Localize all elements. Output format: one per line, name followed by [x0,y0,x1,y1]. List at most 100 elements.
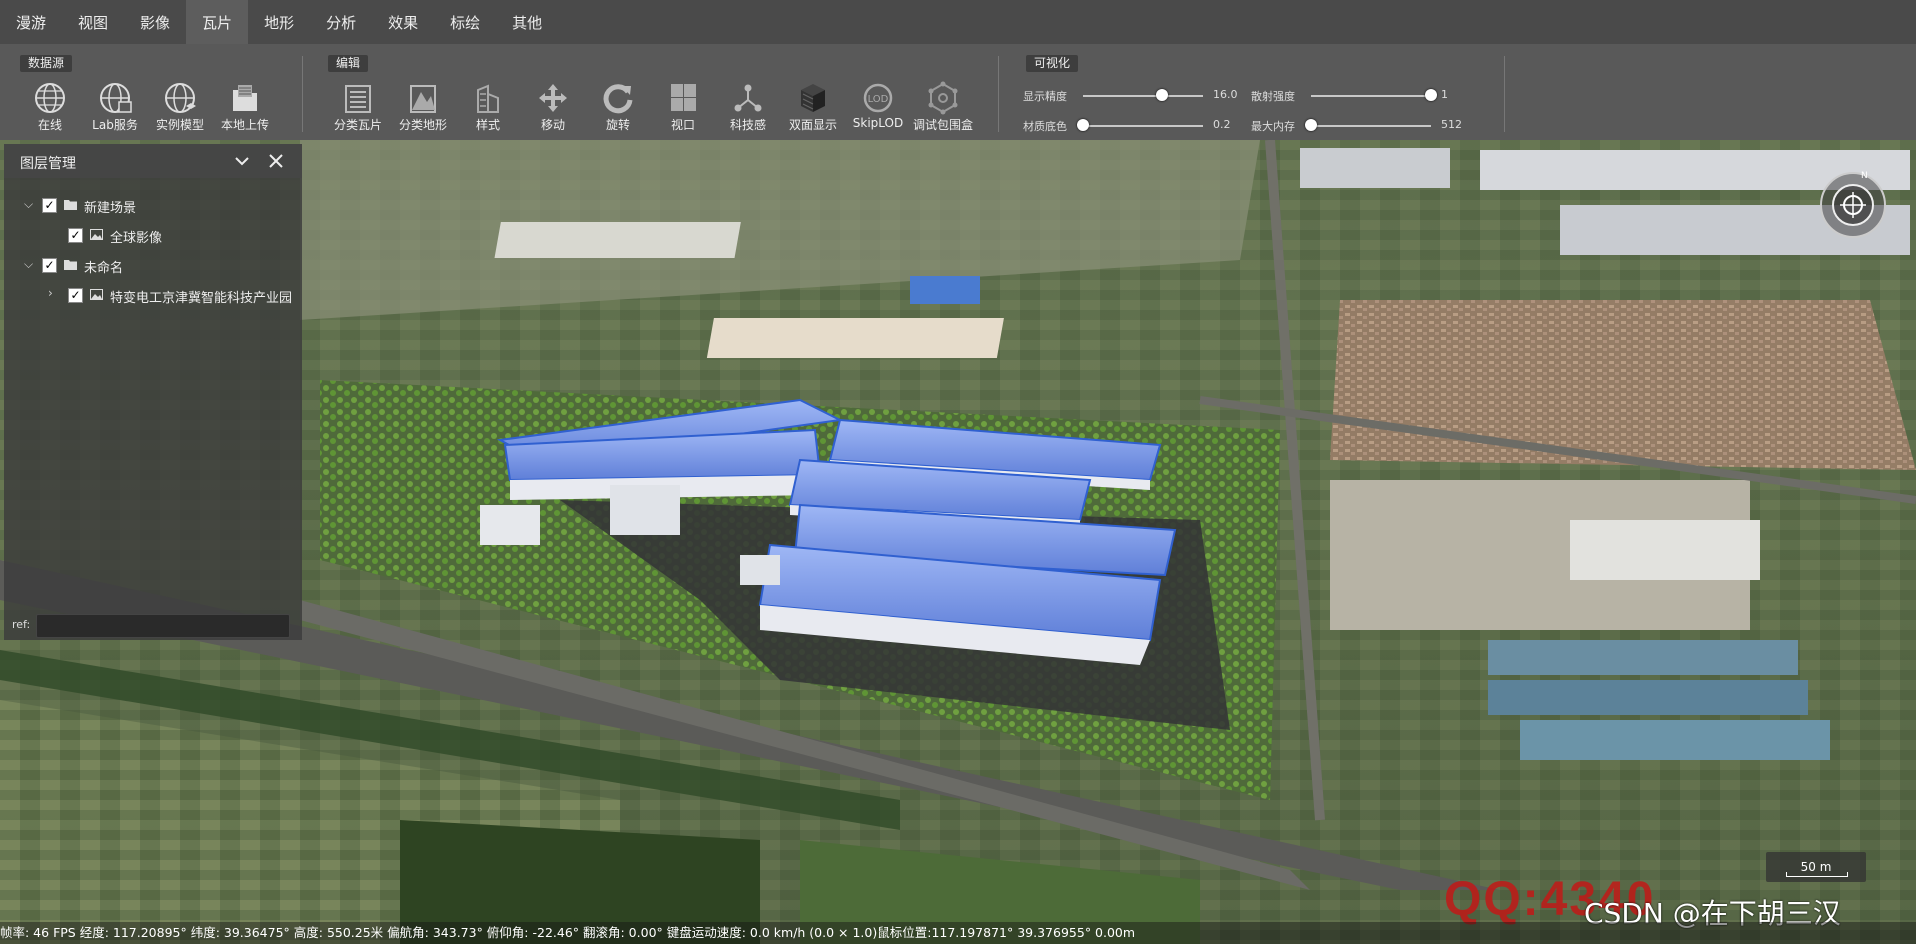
double-side-label: 双面显示 [788,118,837,132]
classify-terrain-button[interactable]: 分类地形 [390,80,456,133]
image-icon [90,289,103,300]
skiplod-label: SkipLOD [852,116,904,130]
tech-style-button[interactable]: 科技感 [715,80,781,133]
ref-label: ref: [12,618,31,631]
slider-track[interactable] [1083,95,1203,97]
classify-tile-icon [345,85,371,113]
slider-knob[interactable] [1077,119,1089,131]
close-icon[interactable] [268,153,284,169]
chevron-down-icon[interactable]: ⌵ [24,257,33,272]
group-title-visualization: 可视化 [1026,55,1079,72]
menu-tab-terrain[interactable]: 地形 [248,0,310,44]
layer-checkbox[interactable]: ✓ [42,198,57,213]
online-button[interactable]: 在线 [17,80,83,133]
menu-tab-imagery[interactable]: 影像 [124,0,186,44]
chevron-right-icon[interactable]: › [48,286,53,300]
layer-item-industrial-park[interactable]: › ✓ 特变电工京津冀智能科技产业园 [24,286,302,308]
online-label: 在线 [37,118,62,132]
group-title-edit: 编辑 [328,55,369,72]
tech-style-label: 科技感 [729,118,766,132]
debug-bounding-box-label: 调试包围盒 [912,118,973,132]
max-memory-label: 最大内存 [1251,120,1295,133]
rotate-button[interactable]: 旋转 [585,80,651,133]
lod-icon: LOD [863,83,893,113]
layer-item-global-imagery[interactable]: ✓ 全球影像 [24,226,294,248]
ribbon-toolbar: 数据源 在线 Lab服务 实例模型 本地上传 编辑 分类瓦片 分类地形 样式 移… [0,44,1916,140]
max-memory-slider[interactable]: 最大内存 512 [1251,118,1471,134]
rotate-label: 旋转 [605,118,630,132]
lab-service-button[interactable]: Lab服务 [82,80,148,133]
lab-service-label: Lab服务 [92,118,138,132]
classify-tile-label: 分类瓦片 [333,118,382,132]
menu-tab-analysis[interactable]: 分析 [310,0,372,44]
svg-text:LOD: LOD [868,94,889,105]
layer-label: 全球影像 [110,231,163,246]
move-button[interactable]: 移动 [520,80,586,133]
slider-knob[interactable] [1305,119,1317,131]
local-upload-button[interactable]: 本地上传 [212,80,278,133]
material-base-color-label: 材质底色 [1023,120,1067,133]
layer-checkbox[interactable]: ✓ [42,258,57,273]
navigation-compass[interactable]: N [1818,170,1888,240]
menu-tab-plotting[interactable]: 标绘 [434,0,496,44]
slider-knob[interactable] [1425,89,1437,101]
chevron-down-icon[interactable]: ⌵ [24,197,33,212]
double-side-button[interactable]: 双面显示 [780,80,846,133]
image-icon [90,229,103,240]
globe-model-icon [165,83,196,113]
menu-tab-tiles[interactable]: 瓦片 [186,0,249,44]
globe-grid-icon [100,83,132,113]
slider-track[interactable] [1311,95,1431,97]
layer-checkbox[interactable]: ✓ [68,288,83,303]
slider-knob[interactable] [1156,89,1169,101]
classify-terrain-label: 分类地形 [398,118,447,132]
menu-tab-view[interactable]: 视图 [62,0,124,44]
status-bar: 帧率: 46 FPS 经度: 117.20895° 纬度: 39.36475° … [0,922,1916,944]
slider-track[interactable] [1083,125,1203,127]
compass-north-label: N [1861,171,1868,181]
folder-icon [64,260,77,270]
layer-item-new-scene[interactable]: ⌵ ✓ 新建场景 [24,196,294,218]
menu-tab-effects[interactable]: 效果 [372,0,434,44]
ribbon-divider [302,56,303,132]
layer-panel-title: 图层管理 [20,156,76,172]
menu-tab-other[interactable]: 其他 [496,0,558,44]
main-menu-bar: 漫游 视图 影像 瓦片 地形 分析 效果 标绘 其他 [0,0,1916,45]
rotate-icon [603,84,633,114]
ref-input[interactable] [36,614,290,638]
viewport-icon [671,84,696,111]
double-side-icon [801,84,825,112]
layer-label: 未命名 [84,261,124,276]
viewport-label: 视口 [670,118,695,132]
style-label: 样式 [475,118,500,132]
material-base-color-slider[interactable]: 材质底色 0.2 [1023,118,1243,134]
layer-item-unnamed[interactable]: ⌵ ✓ 未命名 [24,256,294,278]
status-text: 帧率: 46 FPS 经度: 117.20895° 纬度: 39.36475° … [0,925,1136,940]
layer-checkbox[interactable]: ✓ [68,228,83,243]
collapse-chevron-icon[interactable] [234,154,250,168]
scatter-intensity-value: 1 [1441,88,1448,101]
skiplod-button[interactable]: LOD SkipLOD [845,80,911,130]
slider-track[interactable] [1311,125,1431,127]
display-precision-label: 显示精度 [1023,90,1067,103]
scale-bar: 50 m [1766,852,1866,882]
layer-manager-panel: 图层管理 ⌵ ✓ 新建场景 ✓ 全球影像 ⌵ ✓ 未命名 › ✓ 特变电工京津冀… [4,144,302,640]
classify-tile-button[interactable]: 分类瓦片 [325,80,391,133]
scatter-intensity-label: 散射强度 [1251,90,1295,103]
style-icon [477,84,499,113]
layer-label: 特变电工京津冀智能科技产业园 [110,291,293,306]
scatter-intensity-slider[interactable]: 散射强度 1 [1251,88,1471,104]
display-precision-slider[interactable]: 显示精度 16.0 [1023,88,1243,104]
move-icon [539,84,567,112]
globe-icon [35,83,65,113]
instance-model-button[interactable]: 实例模型 [147,80,213,133]
instance-model-label: 实例模型 [155,118,204,132]
debug-bounding-box-button[interactable]: 调试包围盒 [910,80,976,133]
layer-panel-header: 图层管理 [4,144,302,178]
folder-icon [64,200,77,210]
style-button[interactable]: 样式 [455,80,521,133]
layer-label: 新建场景 [84,201,137,216]
menu-tab-roam[interactable]: 漫游 [0,0,62,44]
display-precision-value: 16.0 [1213,88,1238,101]
viewport-button[interactable]: 视口 [650,80,716,133]
